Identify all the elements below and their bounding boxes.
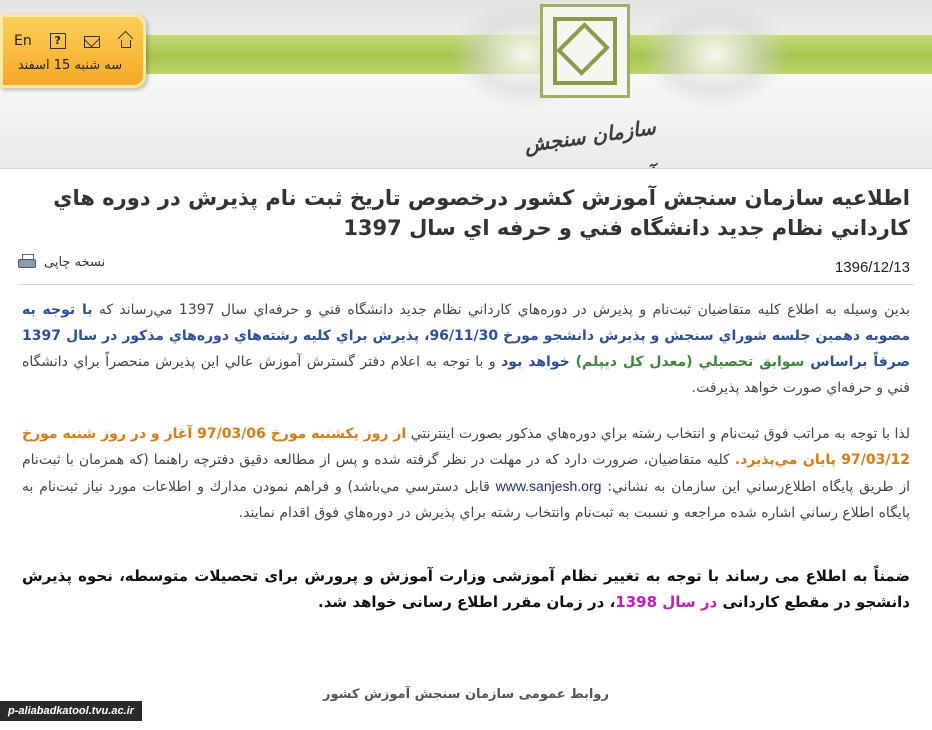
print-version-link[interactable]: نسخه چاپی — [18, 251, 105, 273]
p3-highlight-magenta: در سال 1398 — [615, 593, 718, 611]
current-date: سه شنبه 15 اسفند — [17, 58, 123, 73]
paragraph-3: ضمناً به اطلاع می رساند با توجه به تغییر… — [22, 563, 910, 615]
english-language-link[interactable]: En — [14, 33, 32, 49]
help-icon[interactable]: ? — [49, 33, 66, 49]
public-relations-signature: روابط عمومی سازمان سنجش آموزش کشور — [323, 687, 609, 702]
paragraph-2: لذا با توجه به مراتب فوق ثبت‌نام و انتخا… — [22, 421, 910, 526]
p3-text-2: ، در زمان مقرر اطلاع رسانی خواهد شد. — [318, 593, 616, 611]
paragraph-1: بدين وسيله به اطلاع كليه متقاضيان ثبت‌نا… — [22, 297, 910, 401]
watermark-badge: p-aliabadkatool.tvu.ac.ir — [0, 701, 142, 721]
publish-date: 1396/12/13 — [834, 259, 910, 276]
organization-logo[interactable] — [540, 4, 630, 98]
header-ornament-right — [640, 0, 790, 110]
printer-icon — [18, 254, 36, 270]
print-version-label: نسخه چاپی — [44, 254, 106, 270]
home-icon[interactable] — [118, 33, 134, 49]
p1-highlight-blue-2: خواهد بود — [501, 354, 570, 370]
p1-text-1: بدين وسيله به اطلاع كليه متقاضيان ثبت‌نا… — [92, 302, 910, 318]
p2-text-1: لذا با توجه به مراتب فوق ثبت‌نام و انتخا… — [406, 426, 910, 442]
logo-emblem — [553, 17, 617, 85]
article-title: اطلاعیه سازمان سنجش آموزش کشور درخصوص تا… — [53, 186, 910, 240]
p1-highlight-green: سوابق تحصيلي (معدل كل ديپلم) — [569, 354, 811, 370]
sanjesh-website-link[interactable]: www.sanjesh.org — [496, 478, 602, 494]
article-container: اطلاعیه سازمان سنجش آموزش کشور درخصوص تا… — [0, 168, 932, 730]
mail-icon[interactable] — [83, 36, 100, 48]
quick-links: En ? — [14, 30, 134, 52]
divider — [18, 284, 914, 285]
organization-name: سازمان سنجش آموزش کشور — [522, 114, 658, 168]
top-quick-links-box: En ? سه شنبه 15 اسفند — [0, 14, 146, 88]
